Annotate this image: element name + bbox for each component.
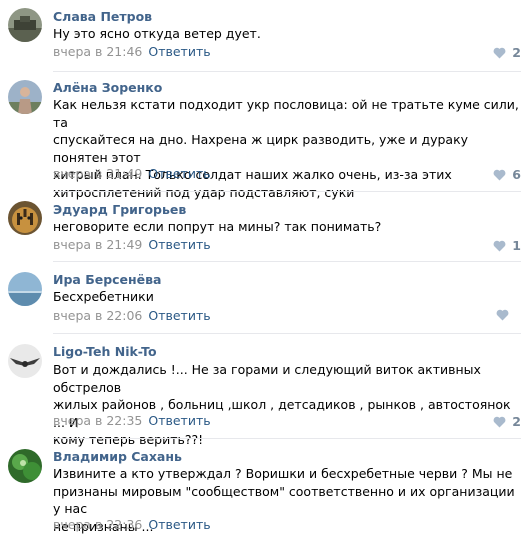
reply-button[interactable]: Ответить [148,413,210,428]
comment-meta: вчера в 21:46 Ответить [53,44,211,59]
comment-text: Как нельзя кстати подходит укр пословица… [53,97,519,200]
reply-button[interactable]: Ответить [148,44,210,59]
like-button[interactable]: 2 [493,45,521,60]
avatar[interactable] [8,201,42,235]
like-button[interactable]: 2 [493,414,521,429]
comment-author[interactable]: Ligo-Teh Nik-To [53,344,157,359]
comment-meta: вчера в 22:36 Ответить [53,517,211,532]
like-count: 1 [512,238,521,253]
avatar-tiger-photo-icon [8,201,42,235]
comment-divider [53,261,521,262]
reply-button[interactable]: Ответить [148,517,210,532]
heart-icon [496,309,509,321]
comment-text: неговорите если попрут на мины? так пони… [53,219,382,234]
comment-time[interactable]: вчера в 22:35 [53,413,142,428]
avatar[interactable] [8,80,42,114]
like-button[interactable] [496,309,521,321]
avatar-green-photo-icon [8,449,42,483]
comment-author[interactable]: Слава Петров [53,9,152,24]
comment-time[interactable]: вчера в 21:49 [53,237,142,252]
comment-time[interactable]: вчера в 22:06 [53,308,142,323]
comment-text: Бесхребетники [53,289,154,304]
comment-divider [53,333,521,334]
comment-time[interactable]: вчера в 21:46 [53,44,142,59]
comment-text: Ну это ясно откуда ветер дует. [53,26,261,41]
heart-icon [493,47,506,58]
like-count: 2 [512,45,521,60]
comment-text: Вот и дождались !... Не за горами и след… [53,362,511,448]
comment-divider [53,438,521,439]
reply-button[interactable]: Ответить [148,237,210,252]
comment-divider [53,191,521,192]
avatar[interactable] [8,344,42,378]
comment-meta: вчера в 21:49 Ответить [53,237,211,252]
avatar[interactable] [8,272,42,306]
comment-time[interactable]: вчера в 21:49 [53,166,142,181]
heart-icon [493,240,506,251]
comment-author[interactable]: Эдуард Григорьев [53,202,186,217]
avatar-dark-photo-icon [8,8,42,42]
comment-author[interactable]: Алёна Зоренко [53,80,162,95]
reply-button[interactable]: Ответить [148,308,210,323]
avatar-bird-photo-icon [8,344,42,378]
like-count: 2 [512,414,521,429]
comment-time[interactable]: вчера в 22:36 [53,517,142,532]
avatar-person-photo-icon [8,80,42,114]
comment-meta: вчера в 22:35 Ответить [53,413,211,428]
reply-button[interactable]: Ответить [148,166,210,181]
like-count: 6 [512,167,521,182]
avatar[interactable] [8,8,42,42]
heart-icon [493,169,506,180]
like-button[interactable]: 6 [493,167,521,182]
heart-icon [493,416,506,427]
comment-meta: вчера в 21:49 Ответить [53,166,211,181]
like-button[interactable]: 1 [493,238,521,253]
avatar[interactable] [8,449,42,483]
avatar-sky-photo-icon [8,272,42,306]
comment-meta: вчера в 22:06 Ответить [53,308,211,323]
comment-author[interactable]: Ира Берсенёва [53,272,162,287]
comment-divider [53,71,521,72]
comment-author[interactable]: Владимир Сахань [53,449,182,464]
